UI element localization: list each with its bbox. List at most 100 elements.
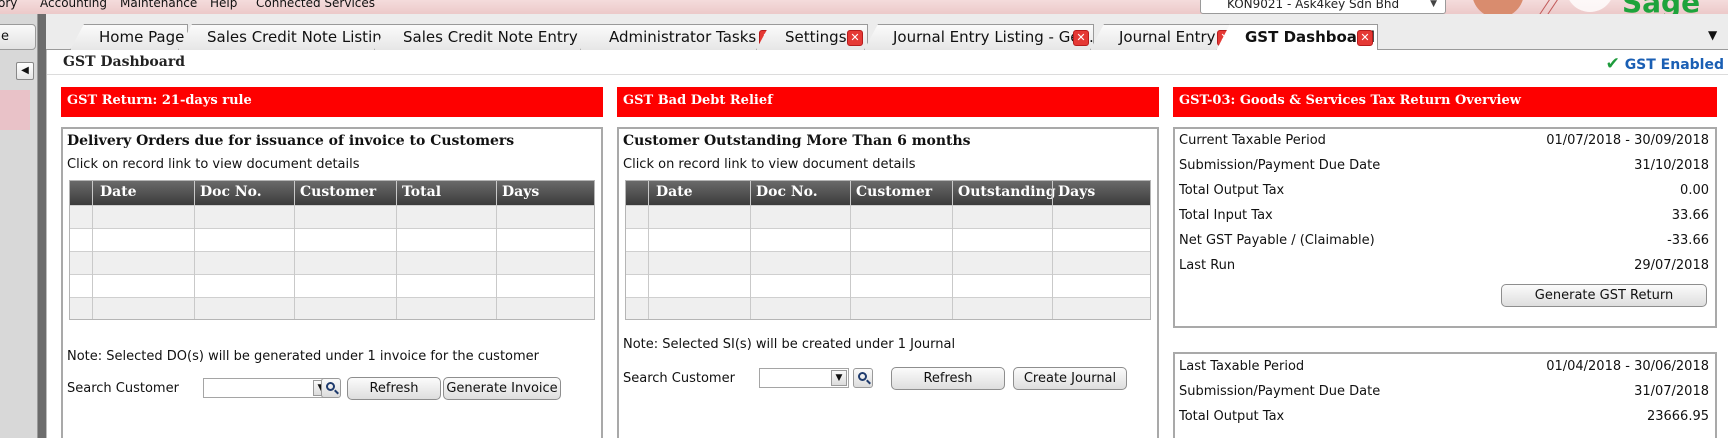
tab-journal-entry-listing[interactable]: Journal Entry Listing - Gen... ✕ — [864, 24, 1094, 50]
row-label: Total Input Tax — [1179, 208, 1273, 223]
row-value: 01/07/2018 - 30/09/2018 — [1546, 133, 1709, 148]
tab-sales-credit-note-entry[interactable]: Sales Credit Note Entry ✕ — [374, 24, 618, 50]
column-header-outstanding[interactable]: Outstanding — [958, 184, 1056, 200]
column-divider — [1052, 181, 1053, 319]
refresh-button[interactable]: Refresh — [891, 367, 1005, 390]
tab-list-dropdown-icon[interactable]: ▼ — [1708, 28, 1717, 42]
tab-settings[interactable]: Settings ✕ — [756, 24, 868, 50]
selected-nav-item[interactable] — [0, 90, 30, 130]
row-label: Total Output Tax — [1179, 183, 1285, 198]
note-text: Note: Selected SI(s) will be created und… — [623, 337, 956, 352]
row-label: Submission/Payment Due Date — [1179, 384, 1381, 399]
row-label: Current Taxable Period — [1179, 133, 1326, 148]
column-divider — [194, 181, 195, 319]
tab-label: GST Dashboard — [1245, 28, 1376, 46]
menu-item-accounting[interactable]: Accounting — [40, 0, 107, 10]
table-row[interactable] — [626, 205, 1150, 228]
panel-body: Customer Outstanding More Than 6 months … — [617, 127, 1159, 438]
tab-home-page[interactable]: Home Page — [70, 24, 188, 50]
chevron-down-icon[interactable]: ▼ — [831, 370, 847, 386]
column-header-customer[interactable]: Customer — [300, 184, 376, 200]
table-row[interactable] — [626, 228, 1150, 251]
column-header-days[interactable]: Days — [1058, 184, 1095, 200]
row-label: Last Taxable Period — [1179, 359, 1305, 374]
table-row[interactable] — [626, 251, 1150, 274]
panel-gst-03-overview: GST-03: Goods & Services Tax Return Over… — [1173, 87, 1717, 438]
tab-administrator-tasks[interactable]: Administrator Tasks ✕ — [580, 24, 780, 50]
last-total-output-tax-row: Total Output Tax 23666.95 — [1179, 407, 1709, 429]
current-taxable-period-row: Current Taxable Period 01/07/2018 - 30/0… — [1179, 131, 1709, 153]
table-row[interactable] — [626, 274, 1150, 297]
table-row[interactable] — [70, 228, 594, 251]
company-select[interactable]: KON9021 - Ask4key Sdn Bhd ▼ — [1200, 0, 1446, 14]
column-header-date[interactable]: Date — [100, 184, 137, 200]
menu-item-connected-services[interactable]: Connected Services — [256, 0, 375, 10]
last-period-box: Last Taxable Period 01/04/2018 - 30/06/2… — [1173, 352, 1717, 438]
search-customer-combo[interactable]: ▼ — [203, 378, 331, 398]
collapse-panel-button[interactable]: ◀ — [16, 62, 34, 80]
row-value: 23666.95 — [1646, 409, 1709, 424]
sage-logo: Sage 50 — [1622, 0, 1728, 14]
tab-label: Sales Credit Note Listing — [207, 28, 392, 46]
panel-header: GST Return: 21-days rule — [61, 87, 603, 117]
search-icon — [858, 372, 867, 381]
row-label: Submission/Payment Due Date — [1179, 158, 1381, 173]
customer-outstanding-grid[interactable]: Date Doc No. Customer Outstanding Days — [625, 180, 1151, 320]
row-value: 0.00 — [1680, 183, 1709, 198]
create-journal-button[interactable]: Create Journal — [1013, 367, 1127, 390]
generate-gst-return-button[interactable]: Generate GST Return — [1501, 284, 1707, 307]
company-select-value: KON9021 - Ask4key Sdn Bhd — [1227, 0, 1400, 11]
table-row[interactable] — [70, 251, 594, 274]
table-row[interactable] — [70, 205, 594, 228]
menu-item-inventory[interactable]: ory — [0, 0, 17, 10]
divider — [47, 74, 1728, 75]
delivery-orders-grid[interactable]: Date Doc No. Customer Total Days — [69, 180, 595, 320]
tab-journal-entry[interactable]: Journal Entry ✕ — [1090, 24, 1238, 50]
generate-invoice-button[interactable]: Generate Invoice — [443, 377, 561, 400]
panel-gst-21-days-rule: GST Return: 21-days rule Delivery Orders… — [61, 87, 603, 438]
column-header-days[interactable]: Days — [502, 184, 539, 200]
document-tab-strip: Home Page Sales Credit Note Listing ✕ Sa… — [46, 14, 1728, 51]
row-value: 29/07/2018 — [1634, 258, 1709, 273]
submission-due-date-row: Submission/Payment Due Date 31/10/2018 — [1179, 156, 1709, 178]
close-icon[interactable]: ✕ — [847, 30, 863, 46]
panel-body: Delivery Orders due for issuance of invo… — [61, 127, 603, 438]
column-divider — [648, 181, 649, 319]
table-row[interactable] — [626, 297, 1150, 319]
search-customer-button[interactable] — [321, 378, 341, 398]
navigation-button[interactable]: e — [0, 24, 36, 50]
section-hint: Click on record link to view document de… — [623, 157, 916, 172]
search-customer-label: Search Customer — [623, 371, 735, 386]
row-label: Net GST Payable / (Claimable) — [1179, 233, 1375, 248]
close-icon[interactable]: ✕ — [1073, 30, 1089, 46]
net-gst-payable-row: Net GST Payable / (Claimable) -33.66 — [1179, 231, 1709, 253]
search-customer-combo[interactable]: ▼ — [759, 368, 849, 388]
menu-item-help[interactable]: Help — [210, 0, 237, 10]
column-header-customer[interactable]: Customer — [856, 184, 932, 200]
gst-dashboard-content: GST Dashboard ✔ GST Enabled GST Return: … — [46, 50, 1728, 438]
current-period-box: Current Taxable Period 01/07/2018 - 30/0… — [1173, 127, 1717, 328]
table-row[interactable] — [70, 297, 594, 319]
column-header-doc-no[interactable]: Doc No. — [756, 184, 818, 200]
gst-status-label: GST Enabled — [1624, 57, 1724, 73]
note-text: Note: Selected DO(s) will be generated u… — [67, 349, 540, 364]
column-header-doc-no[interactable]: Doc No. — [200, 184, 262, 200]
refresh-button[interactable]: Refresh — [347, 377, 441, 400]
search-customer-button[interactable] — [853, 368, 873, 388]
check-icon: ✔ — [1605, 54, 1620, 74]
menu-bar: ory Accounting Maintenance Help Connecte… — [0, 0, 1728, 14]
column-divider — [750, 181, 751, 319]
panel-header: GST-03: Goods & Services Tax Return Over… — [1173, 87, 1717, 117]
table-row[interactable] — [70, 274, 594, 297]
column-header-date[interactable]: Date — [656, 184, 693, 200]
tab-gst-dashboard[interactable]: GST Dashboard ✕ — [1216, 24, 1378, 51]
grid-header: Date Doc No. Customer Total Days — [70, 181, 594, 205]
tab-label: Journal Entry Listing - Gen... — [893, 28, 1094, 46]
column-header-total[interactable]: Total — [402, 184, 441, 200]
close-icon[interactable]: ✕ — [1357, 30, 1373, 46]
tab-label: Journal Entry — [1119, 28, 1216, 46]
section-title: Customer Outstanding More Than 6 months — [623, 133, 971, 149]
section-title: Delivery Orders due for issuance of invo… — [67, 133, 515, 149]
menu-item-maintenance[interactable]: Maintenance — [120, 0, 197, 10]
panel-gst-bad-debt-relief: GST Bad Debt Relief Customer Outstanding… — [617, 87, 1159, 438]
